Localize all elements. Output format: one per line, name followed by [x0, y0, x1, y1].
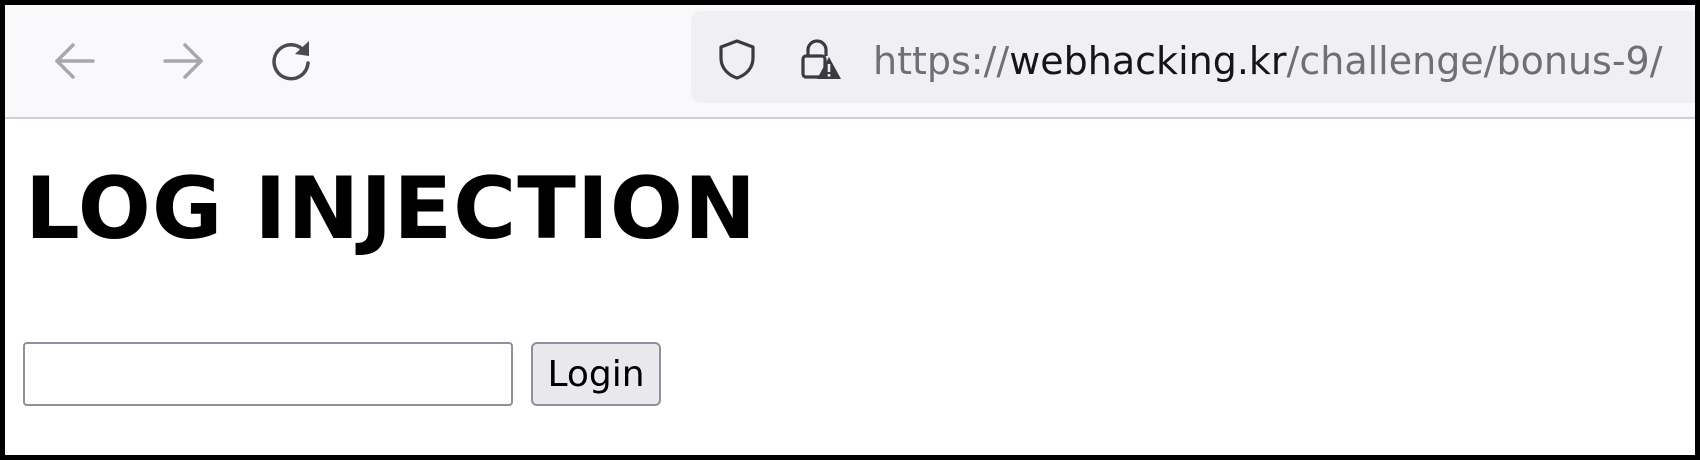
- login-input[interactable]: [23, 342, 513, 406]
- forward-button[interactable]: [153, 31, 213, 91]
- browser-toolbar: https://webhacking.kr/challenge/bonus-9/: [5, 5, 1695, 119]
- reload-button[interactable]: [261, 31, 321, 91]
- login-button[interactable]: Login: [531, 342, 661, 406]
- page-title: LOG INJECTION: [25, 159, 757, 259]
- back-button[interactable]: [45, 31, 105, 91]
- url-domain: webhacking.kr: [1009, 39, 1287, 83]
- lock-warning-icon[interactable]: [797, 37, 841, 81]
- reload-icon: [272, 41, 310, 81]
- page-content: LOG INJECTION Login: [5, 119, 1695, 455]
- shield-icon[interactable]: [715, 37, 759, 81]
- url-text[interactable]: https://webhacking.kr/challenge/bonus-9/: [873, 37, 1663, 85]
- url-path: /challenge/bonus-9/: [1286, 39, 1663, 83]
- browser-window: https://webhacking.kr/challenge/bonus-9/…: [0, 0, 1700, 460]
- url-scheme: https://: [873, 39, 1010, 83]
- arrow-right-icon: [163, 43, 203, 79]
- arrow-left-icon: [55, 43, 95, 79]
